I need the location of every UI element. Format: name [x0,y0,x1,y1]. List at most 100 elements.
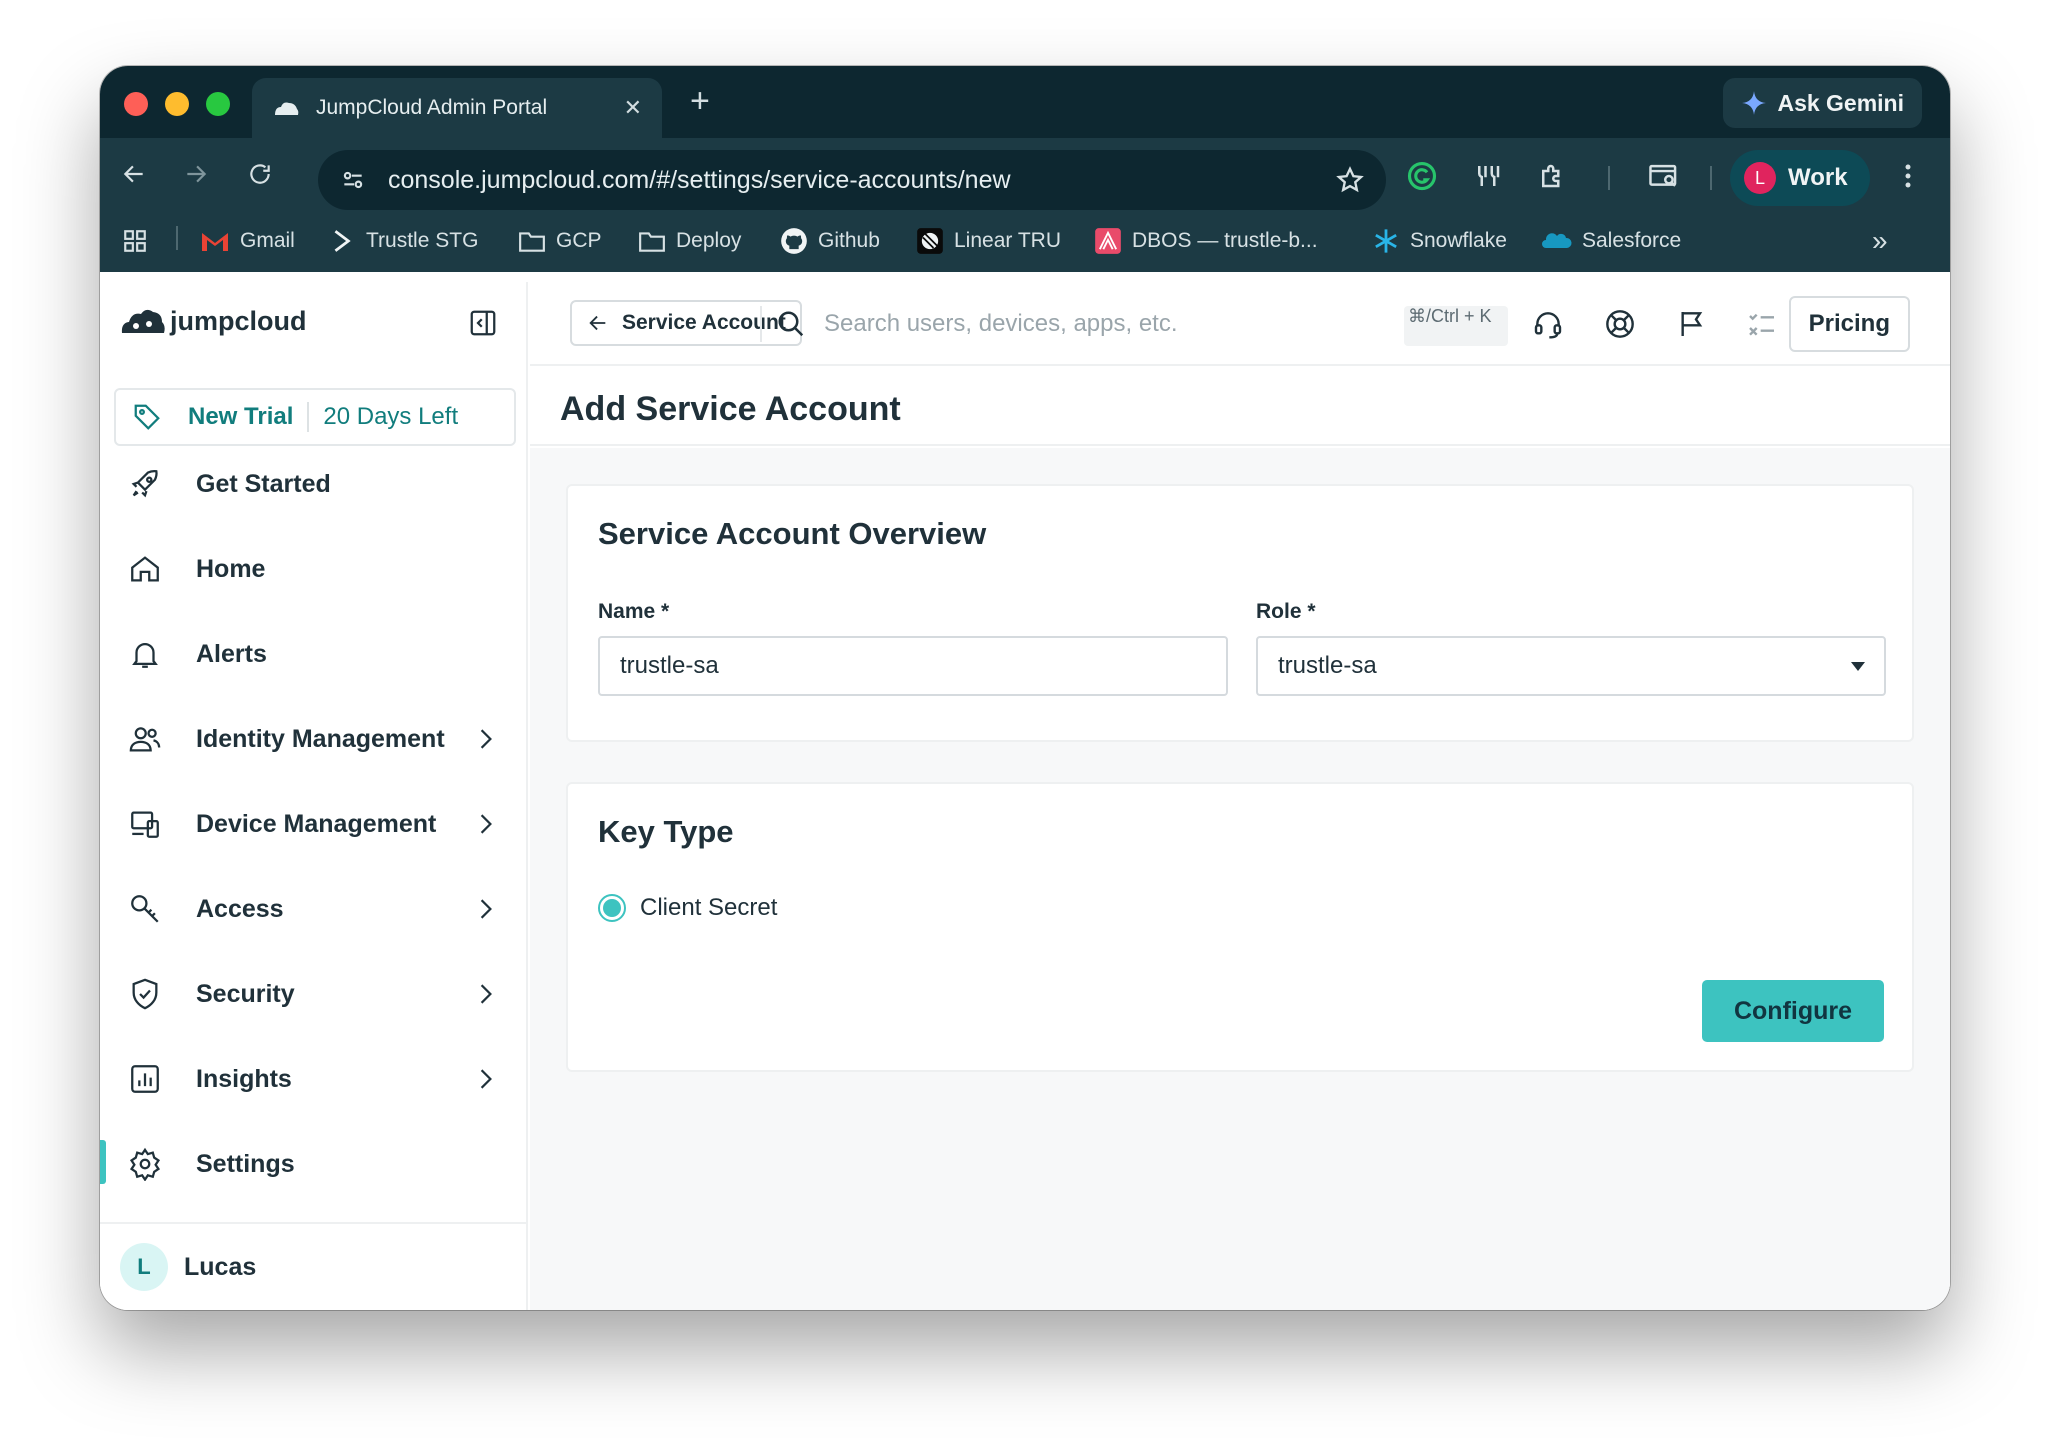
global-search[interactable]: Search users, devices, apps, etc. [776,302,1356,346]
sidebar-item-home[interactable]: Home [100,539,528,599]
sidebar-item-label: Security [196,979,295,1008]
home-icon [131,556,159,582]
client-secret-label: Client Secret [640,894,778,921]
sidebar-item-label: Alerts [196,639,267,668]
key-icon [131,895,159,923]
sidebar-item-alerts[interactable]: Alerts [100,624,528,684]
help-lifebuoy-icon[interactable] [1600,304,1640,344]
back-nav-button[interactable] [114,154,154,194]
address-bar[interactable]: console.jumpcloud.com/#/settings/service… [318,150,1386,210]
client-secret-radio[interactable] [598,894,626,922]
search-input[interactable]: Search users, devices, apps, etc. [824,310,1356,338]
support-headset-icon[interactable] [1528,304,1568,344]
sidebar-item-access[interactable]: Access [100,879,528,939]
bell-icon [132,643,158,668]
bookmark-gcp[interactable]: GCP [518,224,602,258]
page-header: Add Service Account [530,368,1950,446]
checklist-icon[interactable] [1742,304,1782,344]
site-settings-icon[interactable] [340,167,366,193]
sidebar-item-device-management[interactable]: Device Management [100,794,528,854]
configure-button[interactable]: Configure [1702,980,1884,1042]
pricing-button[interactable]: Pricing [1788,296,1910,352]
key-type-card: Key Type Client Secret Configure [566,782,1914,1072]
bookmark-linear-tru[interactable]: Linear TRU [916,224,1061,258]
folder-icon [519,232,545,252]
main-content: Service Account Search users, devices, a… [530,282,1950,1310]
bookmarks-bar: Gmail Trustle STG GCP Deploy Github Line… [100,210,1950,272]
bookmarks-overflow-button[interactable]: » [1872,224,1888,258]
tab-close-icon[interactable]: ✕ [624,95,642,121]
trial-banner[interactable]: New Trial 20 Days Left [114,388,516,446]
search-icon [778,311,804,337]
bookmark-trustle-stg[interactable]: Trustle STG [330,224,478,258]
browser-tab[interactable]: JumpCloud Admin Portal ✕ [252,78,662,138]
minimize-window-button[interactable] [165,92,189,116]
gemini-sparkle-icon [1742,91,1767,115]
user-name: Lucas [184,1252,257,1281]
cloud-logo-icon [121,309,165,333]
search-shortcut-hint: ⌘/Ctrl + K [1404,306,1508,346]
name-label: Name * [598,600,670,623]
back-to-service-accounts-button[interactable]: Service Account [570,300,802,346]
role-selected-value: trustle-sa [1278,652,1377,679]
extension-icon[interactable] [1466,154,1510,198]
linear-icon [917,228,943,254]
flag-icon[interactable] [1672,304,1712,344]
more-menu-icon[interactable] [1886,154,1930,198]
sidebar-item-insights[interactable]: Insights [100,1049,528,1109]
client-secret-radio-option[interactable]: Client Secret [598,894,777,922]
maximize-window-button[interactable] [206,92,230,116]
name-input[interactable]: trustle-sa [598,636,1228,696]
toolbar-separator [1710,166,1712,190]
top-bar: Service Account Search users, devices, a… [530,282,1950,366]
sidebar-item-label: Insights [196,1064,292,1093]
reload-button[interactable] [240,154,280,194]
sidebar-item-settings[interactable]: Settings [100,1134,528,1194]
bookmark-gmail[interactable]: Gmail [200,224,295,258]
devices-icon [131,811,159,838]
chevron-right-icon [480,729,492,749]
sidebar-item-get-started[interactable]: Get Started [100,454,528,514]
apps-grid-icon[interactable] [122,224,158,258]
overview-heading: Service Account Overview [598,516,987,551]
tab-search-icon[interactable] [1642,154,1686,198]
users-icon [129,727,161,752]
sidebar-item-label: Home [196,554,266,583]
bookmark-star-icon[interactable] [1336,166,1364,194]
arrow-left-icon [123,165,143,183]
bookmark-salesforce[interactable]: Salesforce [1542,224,1681,258]
trustle-icon [334,230,351,252]
profile-label: Work [1788,164,1848,191]
chevron-right-icon [480,1069,492,1089]
user-menu[interactable]: L Lucas [100,1222,528,1310]
sidebar-item-label: Get Started [196,469,331,498]
new-tab-button[interactable]: + [690,84,710,118]
collapse-sidebar-button[interactable] [468,308,498,343]
sidebar-item-identity-management[interactable]: Identity Management [100,709,528,769]
ask-gemini-button[interactable]: Ask Gemini [1723,78,1922,128]
gear-icon [129,1147,161,1181]
bookmark-snowflake[interactable]: Snowflake [1372,224,1507,258]
close-window-button[interactable] [124,92,148,116]
dbos-icon [1095,228,1121,254]
tag-icon [134,404,160,430]
sidebar-item-security[interactable]: Security [100,964,528,1024]
bookmark-deploy[interactable]: Deploy [638,224,741,258]
chevron-right-icon [480,984,492,1004]
bookmark-dbos[interactable]: DBOS — trustle-b... [1094,224,1318,258]
bookmark-github[interactable]: Github [780,224,880,258]
forward-nav-button[interactable] [176,154,216,194]
role-select[interactable]: trustle-sa [1256,636,1886,696]
sidebar-item-label: Access [196,894,284,923]
jumpcloud-logo[interactable]: jumpcloud [120,306,307,337]
snowflake-icon [1375,229,1397,253]
sidebar-item-label: Device Management [196,809,437,838]
puzzle-extensions-icon[interactable] [1530,154,1574,198]
service-account-overview-card: Service Account Overview Name * trustle-… [566,484,1914,742]
chart-icon [131,1065,159,1093]
profile-button[interactable]: L Work [1730,150,1870,206]
chevron-right-icon [480,814,492,834]
ask-gemini-label: Ask Gemini [1777,89,1904,116]
salesforce-icon [1542,233,1572,248]
grammarly-extension-icon[interactable] [1400,154,1444,198]
